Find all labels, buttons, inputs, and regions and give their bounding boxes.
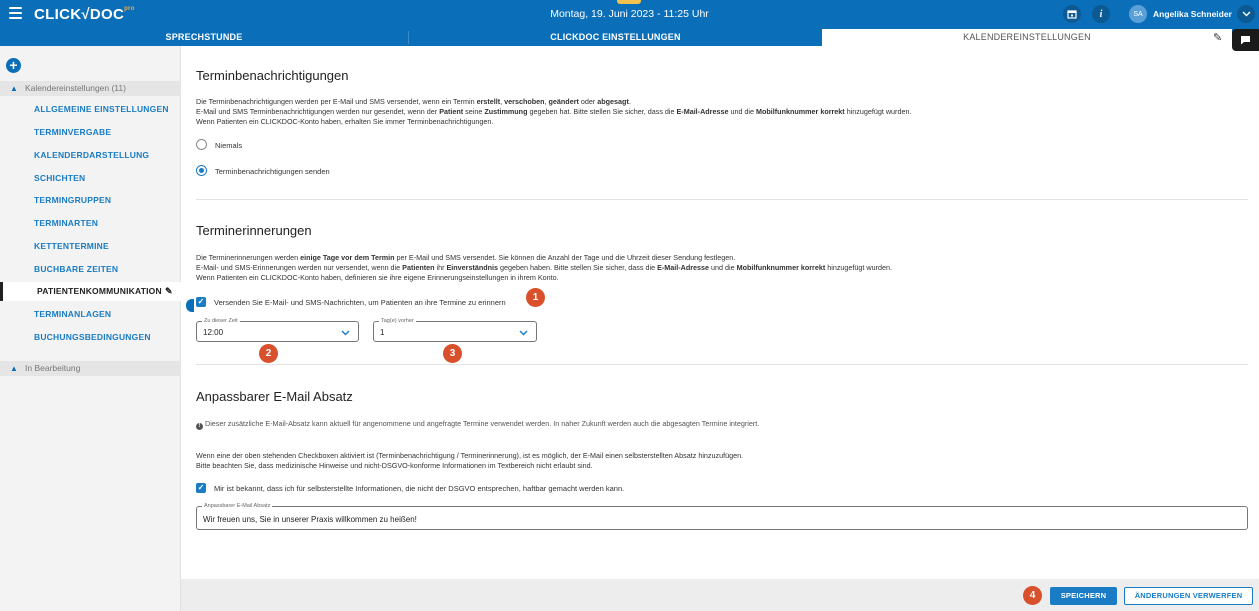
section-title-notifications: Terminbenachrichtigungen (196, 68, 349, 83)
tab-bar: SPRECHSTUNDE CLICKDOC EINSTELLUNGEN KALE… (0, 29, 1259, 46)
user-name[interactable]: Angelika Schneider (1153, 9, 1232, 19)
chevron-up-icon: ▲ (10, 364, 18, 373)
section-divider (196, 199, 1248, 200)
notifications-text-1: Die Terminbenachrichtigungen werden per … (196, 97, 631, 106)
step-badge-2: 2 (259, 344, 278, 363)
custom-email-info: ! Dieser zusätzliche E-Mail-Absatz kann a… (196, 419, 759, 430)
chevron-down-icon[interactable] (1237, 5, 1255, 23)
avatar[interactable]: SA (1129, 5, 1147, 23)
sidebar-item-schichten[interactable]: SCHICHTEN (34, 173, 85, 183)
sidebar-item-terminarten[interactable]: TERMINARTEN (34, 218, 98, 228)
gdpr-checkbox-label[interactable]: Mir ist bekannt, dass ich für selbsterst… (214, 484, 624, 493)
info-icon[interactable]: i (1092, 5, 1110, 23)
sidebar-group-kalendereinstellungen[interactable]: ▲ Kalendereinstellungen (11) (0, 81, 181, 96)
custom-email-text-1: Wenn eine der oben stehenden Checkboxen … (196, 451, 744, 460)
reminder-time-select[interactable]: Zu dieser Zeit 12:00 (196, 317, 359, 342)
add-button[interactable]: + (6, 58, 21, 73)
reminders-checkbox[interactable]: ✓ (196, 297, 206, 307)
top-bar: CLICK√DOCpro Montag, 19. Juni 2023 - 11:… (0, 0, 1259, 29)
tab-clickdoc-einstellungen[interactable]: CLICKDOC EINSTELLUNGEN (409, 29, 822, 46)
radio-send-notifications-label[interactable]: Terminbenachrichtigungen senden (215, 167, 330, 176)
radio-send-notifications[interactable] (196, 165, 207, 176)
sidebar-item-termingruppen[interactable]: TERMINGRUPPEN (34, 195, 111, 205)
tab-sprechstunde[interactable]: SPRECHSTUNDE (0, 29, 408, 46)
sidebar-item-buchbare-zeiten[interactable]: BUCHBARE ZEITEN (34, 264, 118, 274)
step-badge-3: 3 (443, 344, 462, 363)
edit-icon[interactable]: ✎ (1213, 31, 1222, 44)
chat-icon (1241, 36, 1250, 45)
tab-kalendereinstellungen[interactable]: KALENDEREINSTELLUNGEN (822, 29, 1232, 46)
radio-never[interactable] (196, 139, 207, 150)
sidebar-item-terminvergabe[interactable]: TERMINVERGABE (34, 127, 111, 137)
sidebar-item-terminanlagen[interactable]: TERMINANLAGEN (34, 309, 111, 319)
save-button[interactable]: SPEICHERN (1050, 587, 1117, 605)
notifications-text-2: E-Mail und SMS Terminbenachrichtigungen … (196, 107, 912, 116)
section-title-reminders: Terminerinnerungen (196, 223, 312, 238)
step-badge-4: 4 (1023, 586, 1042, 605)
footer-bar: 4 SPEICHERN ÄNDERUNGEN VERWERFEN (181, 579, 1259, 611)
sidebar-item-kalenderdarstellung[interactable]: KALENDERDARSTELLUNG (34, 150, 149, 160)
calendar-icon[interactable] (1063, 5, 1081, 23)
discard-changes-button[interactable]: ÄNDERUNGEN VERWERFEN (1124, 587, 1253, 605)
sidebar-item-buchungsbedingungen[interactable]: BUCHUNGSBEDINGUNGEN (34, 332, 151, 342)
reminders-text-3: Wenn Patienten ein CLICKDOC-Konto haben,… (196, 273, 559, 282)
sidebar-item-allgemeine-einstellungen[interactable]: ALLGEMEINE EINSTELLUNGEN (34, 104, 169, 114)
radio-never-label[interactable]: Niemals (215, 141, 242, 150)
chevron-down-icon (519, 325, 528, 339)
sidebar-item-patientenkommunikation[interactable]: PATIENTENKOMMUNIKATION ✎ (0, 282, 181, 301)
custom-email-paragraph-field[interactable]: Anpassbarer E-Mail Absatz Wir freuen uns… (196, 502, 1248, 530)
notifications-text-3: Wenn Patienten ein CLICKDOC-Konto haben,… (196, 117, 494, 126)
step-badge-1: 1 (526, 288, 545, 307)
top-notch (617, 0, 641, 4)
info-icon: ! (196, 423, 203, 430)
edit-icon[interactable]: ✎ (165, 282, 173, 301)
section-divider (196, 364, 1248, 365)
chevron-down-icon (341, 325, 350, 339)
main-content: Terminbenachrichtigungen Die Terminbenac… (181, 46, 1259, 611)
chevron-up-icon: ▲ (10, 84, 18, 93)
section-title-custom-email: Anpassbarer E-Mail Absatz (196, 389, 353, 404)
reminder-days-select[interactable]: Tag(e) vorher 1 (373, 317, 537, 342)
sidebar: + ▲ Kalendereinstellungen (11) ALLGEMEIN… (0, 46, 181, 611)
reminders-checkbox-label[interactable]: Versenden Sie E-Mail- und SMS-Nachrichte… (214, 298, 506, 307)
gdpr-checkbox[interactable]: ✓ (196, 483, 206, 493)
sidebar-item-kettentermine[interactable]: KETTENTERMINE (34, 241, 109, 251)
reminders-text-2: E-Mail- und SMS-Erinnerungen werden nur … (196, 263, 892, 272)
sidebar-group-in-bearbeitung[interactable]: ▲ In Bearbeitung (0, 361, 181, 376)
reminders-text-1: Die Terminerinnerungen werden einige Tag… (196, 253, 736, 262)
custom-email-text-2: Bitte beachten Sie, dass medizinische Hi… (196, 461, 593, 470)
